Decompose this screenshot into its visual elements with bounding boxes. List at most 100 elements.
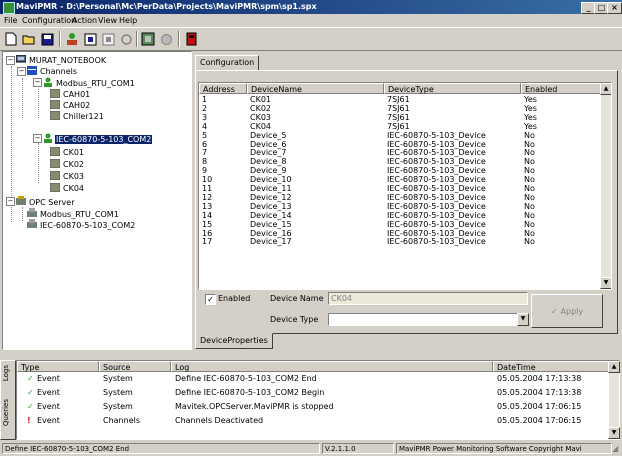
table-row[interactable]: 2 CK02 7SJ61 Yes bbox=[199, 104, 603, 113]
log-cell-log: Define IEC-60870-5-103_COM2 End bbox=[175, 374, 317, 383]
scroll-up-button[interactable]: ▲ bbox=[600, 83, 611, 95]
log-cell-datetime: 05.05.2004 17:13:38 bbox=[497, 388, 582, 397]
resize-grip-icon[interactable]: ◢ bbox=[612, 444, 618, 453]
device-tree[interactable]: − MURAT_NOTEBOOK − Channels − Modbus_RTU… bbox=[2, 51, 192, 350]
table-cell: 7SJ61 bbox=[387, 95, 410, 104]
tree-node-channels[interactable]: Channels bbox=[27, 66, 78, 76]
expand-toggle[interactable]: − bbox=[33, 134, 42, 143]
apply-button[interactable]: ✓ Apply bbox=[531, 294, 603, 328]
log-row[interactable]: ✓ Event System Define IEC-60870-5-103_COM2 … bbox=[19, 374, 609, 384]
user-icon[interactable] bbox=[64, 31, 80, 47]
tab-queries[interactable]: Queries bbox=[2, 399, 10, 426]
save-icon[interactable] bbox=[39, 31, 55, 47]
stop-icon[interactable] bbox=[183, 31, 199, 47]
tree-node-root[interactable]: MURAT_NOTEBOOK bbox=[15, 54, 107, 65]
tree-node-opc-item[interactable]: Modbus_RTU_COM1 bbox=[27, 208, 120, 219]
table-row[interactable]: 15 Device_15 IEC-60870-5-103_Device No bbox=[199, 220, 603, 229]
device-type-select[interactable] bbox=[328, 313, 528, 326]
toolbar-separator bbox=[136, 31, 138, 47]
scroll-down-button[interactable]: ▼ bbox=[600, 277, 611, 289]
expand-toggle[interactable]: − bbox=[17, 67, 26, 76]
column-header-enabled[interactable]: Enabled bbox=[521, 83, 601, 94]
module-icon[interactable] bbox=[82, 31, 98, 47]
menu-view[interactable]: View bbox=[98, 15, 117, 26]
new-icon[interactable] bbox=[3, 31, 19, 47]
tree-node-device[interactable]: CK03 bbox=[49, 170, 85, 181]
title-bar[interactable]: MaviPMR - D:\Personal\Mc\PerData\Project… bbox=[0, 0, 622, 14]
menu-help[interactable]: Help bbox=[119, 15, 137, 26]
device-name-input[interactable]: CK04 bbox=[328, 292, 528, 305]
opc-server-icon bbox=[16, 196, 26, 209]
table-row[interactable]: 16 Device_16 IEC-60870-5-103_Device No bbox=[199, 229, 603, 238]
tree-node-device[interactable]: Chiller121 bbox=[49, 110, 105, 121]
table-row[interactable]: 12 Device_12 IEC-60870-5-103_Device No bbox=[199, 193, 603, 202]
column-header-datetime[interactable]: DateTime bbox=[493, 361, 609, 372]
expand-toggle[interactable]: − bbox=[6, 197, 15, 206]
column-header-log[interactable]: Log bbox=[171, 361, 493, 372]
table-row[interactable]: 14 Device_14 IEC-60870-5-103_Device No bbox=[199, 211, 603, 220]
table-row[interactable]: 17 Device_17 IEC-60870-5-103_Device No bbox=[199, 237, 603, 246]
table-cell: 8 bbox=[202, 157, 208, 167]
tree-node-iec-channel[interactable]: IEC-60870-5-103_COM2 bbox=[43, 133, 153, 144]
column-header-address[interactable]: Address bbox=[199, 83, 247, 94]
grid-scrollbar[interactable]: ▲ ▼ bbox=[600, 83, 611, 289]
expand-toggle[interactable]: − bbox=[33, 78, 42, 87]
table-cell: 7 bbox=[202, 148, 208, 158]
log-cell-source: System bbox=[103, 374, 133, 383]
disabled-icon[interactable] bbox=[158, 31, 174, 47]
table-cell: No bbox=[524, 175, 535, 185]
table-cell: No bbox=[524, 148, 535, 158]
table-row[interactable]: 9 Device_9 IEC-60870-5-103_Device No bbox=[199, 166, 603, 175]
log-scrollbar[interactable]: ▲ ▼ bbox=[608, 361, 620, 439]
table-row[interactable]: 10 Device_10 IEC-60870-5-103_Device No bbox=[199, 175, 603, 184]
table-row[interactable]: 4 CK04 7SJ61 Yes bbox=[199, 122, 603, 131]
tree-node-device[interactable]: CK01 bbox=[49, 146, 85, 157]
menu-action[interactable]: Action bbox=[72, 15, 97, 26]
column-header-devicetype[interactable]: DeviceType bbox=[384, 83, 521, 94]
column-header-devicename[interactable]: DeviceName bbox=[247, 83, 384, 94]
table-row[interactable]: 6 Device_6 IEC-60870-5-103_Device No bbox=[199, 140, 603, 149]
table-cell: No bbox=[524, 157, 535, 167]
scroll-down-button[interactable]: ▼ bbox=[608, 427, 620, 439]
menu-file[interactable]: File bbox=[4, 15, 17, 26]
table-row[interactable]: 8 Device_8 IEC-60870-5-103_Device No bbox=[199, 157, 603, 166]
device-grid[interactable]: Address DeviceName DeviceType Enabled 1 C… bbox=[198, 82, 612, 290]
open-icon[interactable] bbox=[21, 31, 37, 47]
tree-node-opc-server[interactable]: OPC Server bbox=[16, 196, 75, 209]
table-row[interactable]: 11 Device_11 IEC-60870-5-103_Device No bbox=[199, 184, 603, 193]
log-grid[interactable]: Type Source Log DateTime ✓ Event System Def… bbox=[16, 360, 620, 440]
table-row[interactable]: 5 Device_5 IEC-60870-5-103_Device No bbox=[199, 131, 603, 140]
table-cell: 6 bbox=[202, 139, 208, 149]
tab-configuration[interactable]: Configuration bbox=[195, 55, 260, 71]
toolbar-separator bbox=[59, 31, 61, 47]
table-row[interactable]: 3 CK03 7SJ61 Yes bbox=[199, 113, 603, 122]
enabled-checkbox[interactable]: ✓ bbox=[205, 294, 216, 305]
refresh-icon[interactable] bbox=[118, 31, 134, 47]
table-row[interactable]: 1 CK01 7SJ61 Yes bbox=[199, 95, 603, 104]
tree-node-device[interactable]: CK04 bbox=[49, 182, 85, 193]
tree-node-device[interactable]: CAH01 bbox=[49, 88, 91, 99]
log-row[interactable]: ✓ Event System Define IEC-60870-5-103_COM2 … bbox=[19, 388, 609, 398]
scroll-up-button[interactable]: ▲ bbox=[608, 361, 620, 373]
table-row[interactable]: 13 Device_13 IEC-60870-5-103_Device No bbox=[199, 202, 603, 211]
menu-configuration[interactable]: Configuration bbox=[22, 15, 76, 26]
tree-node-device[interactable]: CK02 bbox=[49, 158, 85, 169]
module2-icon[interactable] bbox=[100, 31, 116, 47]
table-cell: No bbox=[524, 219, 535, 229]
log-row[interactable]: ✓ Event System Mavitek.OPCServer.MaviPMR is… bbox=[19, 402, 609, 412]
table-row[interactable]: 7 Device_7 IEC-60870-5-103_Device No bbox=[199, 148, 603, 157]
column-header-source[interactable]: Source bbox=[99, 361, 171, 372]
settings-icon[interactable] bbox=[140, 31, 156, 47]
log-row[interactable]: ! Event Channels Channels Deactivated 05.05.… bbox=[19, 416, 609, 426]
device-type-dropdown-icon[interactable]: ▼ bbox=[517, 313, 529, 326]
tree-node-modbus-channel[interactable]: Modbus_RTU_COM1 bbox=[43, 77, 136, 88]
tab-device-properties[interactable]: DeviceProperties bbox=[195, 333, 273, 349]
tab-logs[interactable]: Logs bbox=[2, 365, 10, 381]
tree-node-device[interactable]: CAH02 bbox=[49, 99, 91, 110]
tree-node-opc-item[interactable]: IEC-60870-5-103_COM2 bbox=[27, 219, 136, 230]
table-cell: No bbox=[524, 228, 535, 238]
close-button[interactable]: × bbox=[607, 2, 622, 14]
expand-toggle[interactable]: − bbox=[6, 56, 15, 65]
column-header-type[interactable]: Type bbox=[17, 361, 99, 372]
status-message: Define IEC-60870-5-103_COM2 End bbox=[2, 443, 320, 454]
